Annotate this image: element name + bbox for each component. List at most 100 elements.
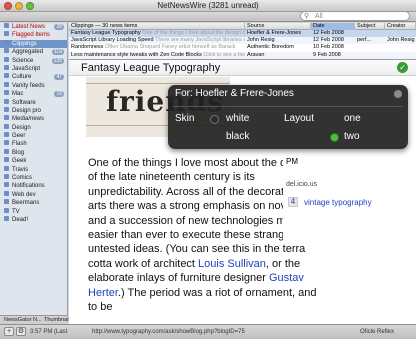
sidebar-item[interactable]: Software <box>0 98 67 107</box>
skin-white-radio[interactable] <box>210 115 219 124</box>
sidebar-item[interactable]: Latest News 28 <box>0 23 67 31</box>
cell-date: 10 Feb 2008 <box>313 44 344 51</box>
style-hud: For: Hoefler & Frere-Jones Skin white bl… <box>168 85 408 149</box>
sidebar-item[interactable]: Dead! <box>0 215 67 224</box>
skin-white-label[interactable]: white <box>226 113 249 124</box>
folder-icon <box>4 73 9 79</box>
folder-icon <box>4 56 9 62</box>
article-list: Clippings — 30 news items Source Date Su… <box>69 23 416 60</box>
sidebar-item-label: Geek <box>12 158 27 165</box>
sidebar-item-label: Science <box>12 57 34 64</box>
status-right-text: Oficle Reflex <box>360 329 395 335</box>
layout-two-radio[interactable] <box>330 133 339 142</box>
skin-black-label[interactable]: black <box>226 131 249 142</box>
sidebar-item[interactable]: Comics <box>0 174 67 182</box>
tag-link[interactable]: vintage typography <box>304 197 394 209</box>
sidebar-item[interactable]: Flagged Items <box>0 31 67 39</box>
sidebar-item[interactable]: Notifications <box>0 182 67 190</box>
search-placeholder: All <box>315 13 323 20</box>
layout-one-label[interactable]: one <box>344 113 361 124</box>
delicious-label: del.icio.us <box>286 181 318 188</box>
sidebar-item-label: Flagged Items <box>12 32 51 39</box>
sidebar-item[interactable]: Aggregated 119 <box>0 48 67 56</box>
sidebar-item[interactable]: Geek <box>0 157 67 165</box>
cell-subject: perf... <box>357 37 372 44</box>
folder-icon <box>4 148 9 154</box>
sidebar-item[interactable]: Flash <box>0 140 67 148</box>
folder-icon <box>4 165 9 171</box>
sidebar-item-label: Vanity feeds <box>12 82 45 89</box>
row-summary: Click to see a fixed version <box>203 51 245 58</box>
folder-icon <box>4 39 9 45</box>
hud-title: For: Hoefler & Frere-Jones <box>175 88 294 99</box>
unread-count-badge: 135 <box>51 57 64 64</box>
table-row[interactable]: Fantasy League Typography One of the thi… <box>69 30 416 38</box>
column-subject[interactable]: Subject <box>355 23 385 30</box>
sidebar-item-label: TV <box>12 208 20 215</box>
folder-icon <box>4 81 9 87</box>
sidebar-item-label: Flash <box>12 141 27 148</box>
sidebar-item[interactable]: TV <box>0 207 67 216</box>
sidebar-item-label: Geer <box>12 133 26 140</box>
sidebar-item-label: Culture <box>12 74 32 81</box>
sidebar-item[interactable]: Mac 15 <box>0 90 67 98</box>
sidebar-item[interactable]: Design pro <box>0 106 67 115</box>
folder-icon <box>4 115 9 121</box>
column-creator[interactable]: Creator <box>385 23 416 30</box>
sidebar-item[interactable]: Design <box>0 123 67 132</box>
folder-icon <box>4 190 9 196</box>
cell-source: Authentic Boredom <box>247 44 294 51</box>
folder-icon <box>4 199 9 205</box>
sidebar-item[interactable]: JavaScript <box>0 64 67 73</box>
action-menu-button[interactable]: ⚙ <box>16 327 26 336</box>
sidebar-item[interactable]: Culture 47 <box>0 73 67 81</box>
unread-count-badge: 28 <box>54 24 64 30</box>
row-title: Less maintenance style tweaks with Zen C… <box>71 51 202 58</box>
table-row[interactable]: Less maintenance style tweaks with Zen C… <box>69 51 416 59</box>
sidebar-item[interactable]: Blog <box>0 148 67 157</box>
sidebar-item[interactable]: Vanity feeds <box>0 81 67 90</box>
window-title: NetNewsWire (3281 unread) <box>157 1 259 10</box>
hud-close-icon[interactable] <box>394 90 402 98</box>
article-link[interactable]: Louis Sullivan <box>198 258 266 270</box>
column-date[interactable]: Date <box>311 23 355 30</box>
open-in-browser-icon[interactable]: ✓ <box>397 62 408 73</box>
sidebar-item[interactable]: Media/news <box>0 115 67 123</box>
sidebar-item[interactable]: Beermans <box>0 199 67 207</box>
tab-newsgator[interactable]: NewsGator N... <box>4 317 42 323</box>
add-feed-button[interactable]: + <box>4 327 14 336</box>
table-row[interactable]: Randomness Often Obama Shepard Fairey ar… <box>69 44 416 51</box>
article-text: .) The period was a riot of ornament, an… <box>88 286 317 314</box>
folder-icon <box>4 31 9 37</box>
folder-icon <box>4 106 9 112</box>
column-source[interactable]: Source <box>245 23 311 30</box>
sidebar-item[interactable]: Web dev <box>0 190 67 199</box>
search-field[interactable]: ⚲ All <box>300 11 410 21</box>
row-title: JavaScript Library Loading Speed <box>71 37 154 44</box>
sidebar-item[interactable]: Travis <box>0 165 67 174</box>
image-rule <box>86 83 230 84</box>
sidebar-item-label: JavaScript <box>12 65 41 72</box>
column-title[interactable]: Clippings — 30 news items <box>69 23 245 30</box>
cell-date: 12 Feb 2008 <box>313 37 344 44</box>
article-text: One of the things I love most about the … <box>88 157 313 270</box>
layout-two-label[interactable]: two <box>344 131 360 142</box>
article-title[interactable]: Fantasy League Typography <box>81 62 220 74</box>
sidebar-tabs: NewsGator N... Thumbnail <box>0 315 70 324</box>
sidebar-item-label: Notifications <box>12 183 45 190</box>
table-row[interactable]: JavaScript Library Loading Speed There a… <box>69 37 416 45</box>
link-url: http://www.typography.com/ask/showBlog.p… <box>92 329 245 335</box>
unread-count-badge: 47 <box>54 74 64 81</box>
sidebar-item-label: Travis <box>12 166 29 173</box>
bookmark-count: 4 <box>288 197 298 207</box>
sidebar-item[interactable]: Science 135 <box>0 56 67 65</box>
sidebar-item-label: Software <box>12 99 36 106</box>
folder-icon <box>4 182 9 188</box>
folder-icon <box>4 98 9 104</box>
sidebar-item[interactable]: Clippings <box>0 39 67 49</box>
sidebar-item-label: Clippings <box>12 40 37 47</box>
subscriptions-sidebar: Latest News 28 Flagged Items Clippings Aggre… <box>0 23 68 315</box>
cell-title: Fantasy League Typography One of the thi… <box>69 30 245 37</box>
sidebar-item[interactable]: Geer <box>0 132 67 140</box>
tab-thumbnail[interactable]: Thumbnail <box>44 317 70 323</box>
